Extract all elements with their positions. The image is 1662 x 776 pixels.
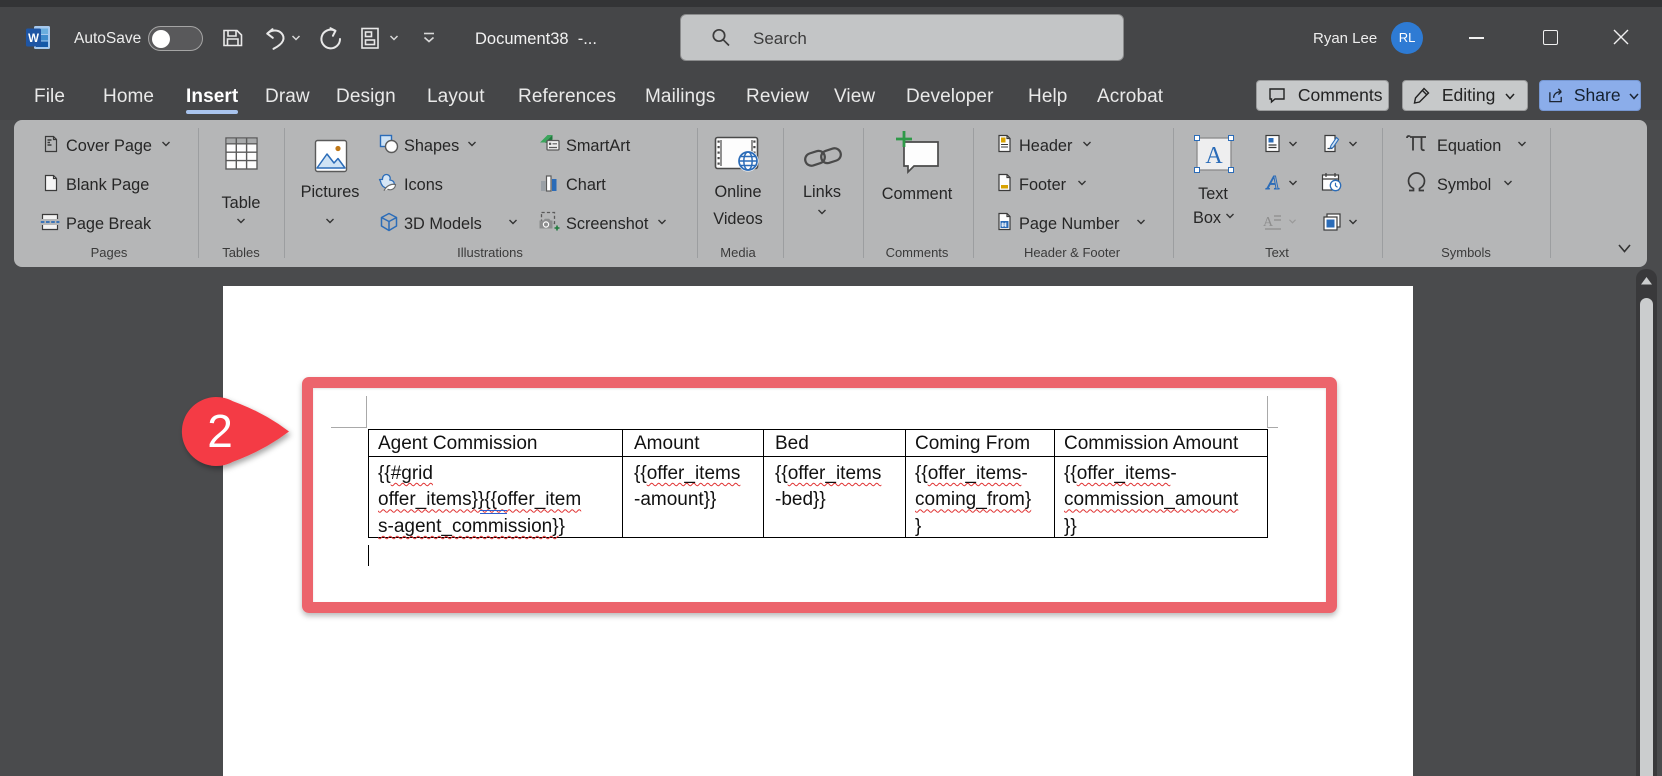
svg-text:A: A bbox=[1205, 143, 1223, 169]
svg-text:W: W bbox=[28, 33, 39, 45]
svg-text:A: A bbox=[1263, 215, 1274, 230]
svg-text:2: 2 bbox=[207, 405, 233, 457]
svg-text:A: A bbox=[1265, 172, 1280, 193]
